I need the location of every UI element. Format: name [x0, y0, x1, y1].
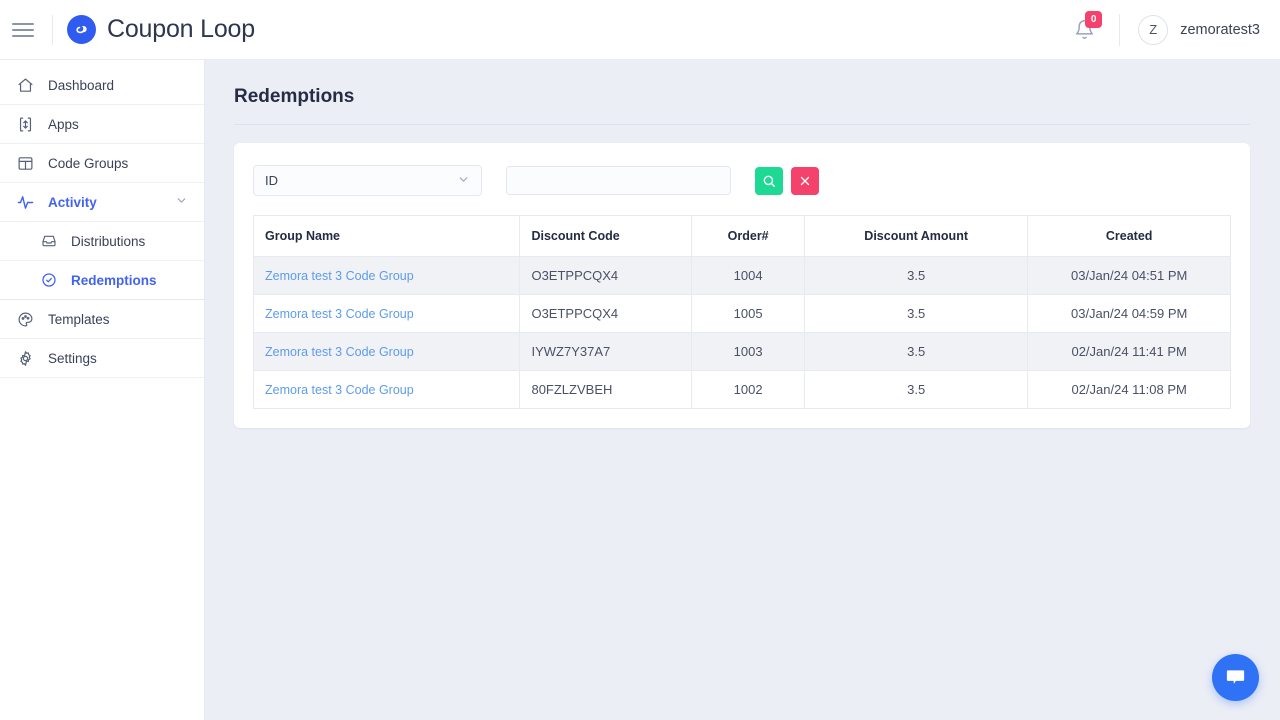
redemptions-table: Group Name Discount Code Order# Discount…: [252, 215, 1231, 409]
page-title: Redemptions: [234, 86, 355, 107]
user-name: zemoratest3: [1180, 21, 1260, 38]
sidebar-item-label: Code Groups: [48, 155, 129, 171]
column-header-group-name[interactable]: Group Name: [252, 215, 521, 257]
notifications-button[interactable]: 0: [1067, 10, 1103, 47]
column-header-created[interactable]: Created: [1027, 215, 1231, 257]
infinity-loop-icon: [67, 15, 96, 44]
cell-order: 1002: [691, 370, 805, 409]
search-button[interactable]: [755, 166, 783, 195]
sidebar-subnav-activity: Distributions Redemptions: [0, 222, 204, 300]
group-name-link[interactable]: Zemora test 3 Code Group: [265, 345, 414, 359]
layout-icon: [16, 154, 34, 172]
sidebar-item-label: Settings: [48, 350, 97, 366]
chevron-down-icon[interactable]: [175, 194, 188, 210]
sidebar-item-label: Apps: [48, 116, 79, 132]
filter-field-select[interactable]: ID: [253, 165, 482, 196]
cell-created: 03/Jan/24 04:59 PM: [1027, 294, 1231, 333]
clear-filters-button[interactable]: [791, 166, 819, 195]
title-divider: [234, 124, 1250, 125]
hamburger-menu-icon[interactable]: [12, 15, 42, 45]
cell-discount-amount: 3.5: [803, 370, 1029, 409]
search-input[interactable]: [506, 166, 731, 195]
close-x-icon: [800, 176, 810, 185]
home-icon: [16, 76, 34, 94]
hamburger-bar: [12, 22, 34, 25]
hamburger-bar: [12, 34, 34, 37]
sidebar-item-activity[interactable]: Activity: [0, 183, 204, 222]
chat-support-button[interactable]: [1212, 654, 1259, 701]
filter-bar: ID: [253, 165, 1231, 196]
column-header-discount-code[interactable]: Discount Code: [519, 215, 693, 257]
inbox-icon: [40, 232, 58, 250]
cell-group-name: Zemora test 3 Code Group: [252, 256, 521, 295]
brand-name: Coupon Loop: [107, 15, 255, 43]
cell-discount-code: 80FZLZVBEH: [519, 370, 693, 409]
cell-discount-code: O3ETPPCQX4: [519, 256, 693, 295]
avatar: Z: [1138, 14, 1169, 45]
table-row[interactable]: Zemora test 3 Code Group 80FZLZVBEH 1002…: [252, 370, 1231, 409]
sidebar-item-distributions[interactable]: Distributions: [0, 222, 204, 261]
sidebar-subitem-label: Redemptions: [71, 272, 157, 288]
sidebar-item-code-groups[interactable]: Code Groups: [0, 144, 204, 183]
cell-group-name: Zemora test 3 Code Group: [252, 370, 521, 409]
cell-created: 02/Jan/24 11:08 PM: [1027, 370, 1231, 409]
cell-discount-code: O3ETPPCQX4: [519, 294, 693, 333]
sidebar-item-templates[interactable]: Templates: [0, 300, 204, 339]
cell-discount-amount: 3.5: [803, 332, 1029, 371]
column-header-order[interactable]: Order#: [691, 215, 805, 257]
column-header-discount-amount[interactable]: Discount Amount: [803, 215, 1029, 257]
activity-pulse-icon: [16, 193, 34, 211]
redemptions-card: ID Group Name Discount Code Order# Disco…: [234, 143, 1250, 428]
cell-group-name: Zemora test 3 Code Group: [252, 332, 521, 371]
cell-order: 1004: [691, 256, 805, 295]
sidebar-item-label: Activity: [48, 194, 97, 210]
apps-icon: [16, 115, 34, 133]
cell-discount-code: IYWZ7Y37A7: [519, 332, 693, 371]
cell-order: 1005: [691, 294, 805, 333]
check-circle-icon: [40, 271, 58, 289]
gear-icon: [16, 349, 34, 367]
topbar-right-group: 0 Z zemoratest3: [1067, 10, 1280, 47]
cell-discount-amount: 3.5: [803, 294, 1029, 333]
main-content: Redemptions ID Group Name Discount Code …: [205, 60, 1280, 720]
group-name-link[interactable]: Zemora test 3 Code Group: [265, 383, 414, 397]
brand-logo-link[interactable]: Coupon Loop: [67, 15, 255, 44]
sidebar-item-label: Templates: [48, 311, 110, 327]
filter-field-value: ID: [265, 173, 278, 188]
user-menu[interactable]: Z zemoratest3: [1138, 14, 1260, 45]
cell-order: 1003: [691, 332, 805, 371]
group-name-link[interactable]: Zemora test 3 Code Group: [265, 307, 414, 321]
table-row[interactable]: Zemora test 3 Code Group O3ETPPCQX4 1004…: [252, 256, 1231, 295]
table-row[interactable]: Zemora test 3 Code Group O3ETPPCQX4 1005…: [252, 294, 1231, 333]
chevron-down-icon: [457, 173, 470, 189]
sidebar-item-dashboard[interactable]: Dashboard: [0, 66, 204, 105]
notification-badge: 0: [1085, 10, 1103, 28]
table-body: Zemora test 3 Code Group O3ETPPCQX4 1004…: [252, 256, 1231, 409]
sidebar-item-settings[interactable]: Settings: [0, 339, 204, 378]
cell-discount-amount: 3.5: [803, 256, 1029, 295]
table-row[interactable]: Zemora test 3 Code Group IYWZ7Y37A7 1003…: [252, 332, 1231, 371]
palette-icon: [16, 310, 34, 328]
sidebar-item-label: Dashboard: [48, 77, 115, 93]
topbar-right-divider: [1119, 13, 1121, 46]
cell-created: 02/Jan/24 11:41 PM: [1027, 332, 1231, 371]
top-bar: Coupon Loop 0 Z zemoratest3: [0, 0, 1280, 60]
sidebar: Dashboard Apps Code Groups Activity Dist…: [0, 60, 205, 720]
table-header: Group Name Discount Code Order# Discount…: [252, 215, 1231, 257]
topbar-divider: [52, 14, 53, 45]
search-icon: [763, 175, 775, 187]
chat-bubble-icon: [1226, 670, 1245, 684]
sidebar-item-apps[interactable]: Apps: [0, 105, 204, 144]
sidebar-subitem-label: Distributions: [71, 233, 146, 249]
hamburger-bar: [12, 28, 34, 31]
sidebar-item-redemptions[interactable]: Redemptions: [0, 261, 204, 300]
group-name-link[interactable]: Zemora test 3 Code Group: [265, 269, 414, 283]
table-header-row: Group Name Discount Code Order# Discount…: [252, 215, 1231, 257]
cell-group-name: Zemora test 3 Code Group: [252, 294, 521, 333]
cell-created: 03/Jan/24 04:51 PM: [1027, 256, 1231, 295]
